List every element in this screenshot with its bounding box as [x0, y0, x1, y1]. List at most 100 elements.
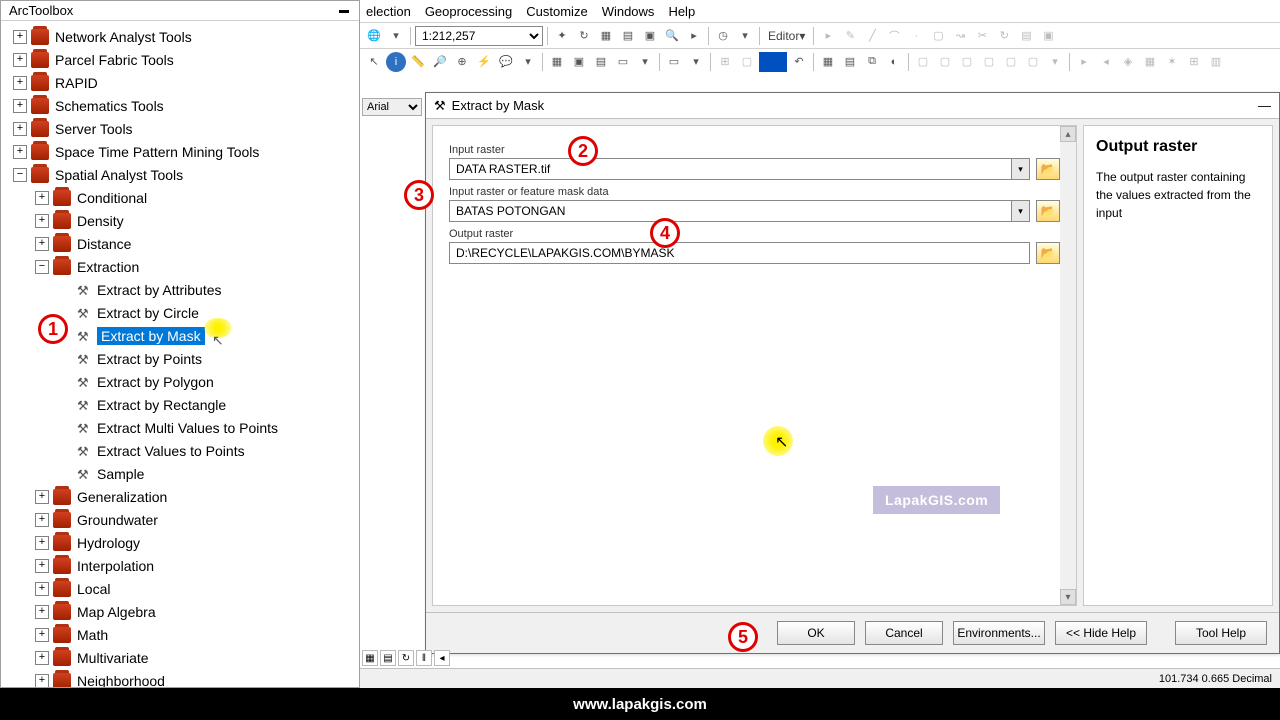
toolset-item[interactable]: +Multivariate	[35, 646, 357, 669]
swipe-icon[interactable]: ▤	[840, 52, 860, 72]
tool-item[interactable]: Sample	[59, 462, 357, 485]
tool-item[interactable]: Extract by Mask	[59, 324, 357, 347]
search-icon[interactable]: 🔍	[662, 26, 682, 46]
time-icon[interactable]: ◷	[713, 26, 733, 46]
draw-rect-icon[interactable]: ▭	[664, 52, 684, 72]
toolset-item[interactable]: +Neighborhood	[35, 669, 357, 687]
dropdown-icon[interactable]: ▾	[386, 26, 406, 46]
tool-item[interactable]: Extract by Points	[59, 347, 357, 370]
tool-item[interactable]: Extract by Polygon	[59, 370, 357, 393]
toolset-item[interactable]: +Network Analyst Tools	[13, 25, 357, 48]
expand-icon[interactable]: +	[13, 76, 27, 90]
expand-icon[interactable]: +	[35, 559, 49, 573]
expand-icon[interactable]: +	[35, 674, 49, 688]
collapse-icon[interactable]: −	[35, 260, 49, 274]
toolset-item[interactable]: +Generalization	[35, 485, 357, 508]
output-input[interactable]	[449, 242, 1030, 264]
expand-icon[interactable]: +	[13, 30, 27, 44]
expand-icon[interactable]: +	[35, 605, 49, 619]
expand-icon[interactable]: +	[35, 628, 49, 642]
tool-help-button[interactable]: Tool Help	[1175, 621, 1267, 645]
toolset-item[interactable]: +Math	[35, 623, 357, 646]
expand-icon[interactable]: +	[13, 99, 27, 113]
collapse-icon[interactable]: −	[13, 168, 27, 182]
toolset-item[interactable]: +Parcel Fabric Tools	[13, 48, 357, 71]
expand-icon[interactable]: +	[13, 122, 27, 136]
georef-add-icon[interactable]: ▣	[569, 52, 589, 72]
toolset-item[interactable]: +Conditional	[35, 186, 357, 209]
cancel-button[interactable]: Cancel	[865, 621, 943, 645]
table-icon[interactable]: ▤	[618, 26, 638, 46]
expand-icon[interactable]: +	[13, 145, 27, 159]
pause-drawing-icon[interactable]: ‖	[416, 650, 432, 666]
select-arrow-icon[interactable]: ↖	[364, 52, 384, 72]
effects-icon[interactable]: ▦	[818, 52, 838, 72]
refresh-view-icon[interactable]: ↻	[398, 650, 414, 666]
menu-item-geoprocessing[interactable]: Geoprocessing	[425, 4, 512, 19]
ok-button[interactable]: OK	[777, 621, 855, 645]
tool-item[interactable]: Extract by Circle	[59, 301, 357, 324]
expand-icon[interactable]: +	[35, 237, 49, 251]
more-icon[interactable]: ▾	[518, 52, 538, 72]
browse-button[interactable]: 📂	[1036, 158, 1060, 180]
menu-item-election[interactable]: election	[366, 4, 411, 19]
editor-label[interactable]: Editor▾	[764, 29, 809, 43]
georef-adj-icon[interactable]: ▾	[635, 52, 655, 72]
expand-icon[interactable]: +	[35, 536, 49, 550]
scrollbar-vertical[interactable]: ▴ ▾	[1060, 126, 1076, 605]
scroll-left-icon[interactable]: ◂	[434, 650, 450, 666]
tool-item[interactable]: Extract Multi Values to Points	[59, 416, 357, 439]
toolset-item[interactable]: +Schematics Tools	[13, 94, 357, 117]
toolset-item[interactable]: +Density	[35, 209, 357, 232]
undo-icon[interactable]: ↶	[789, 52, 809, 72]
dropdown-icon[interactable]: ▾	[1011, 159, 1029, 179]
font-select[interactable]: Arial	[362, 98, 422, 116]
browse-button[interactable]: 📂	[1036, 200, 1060, 222]
layout-view-tab[interactable]: ▤	[380, 650, 396, 666]
toolset-item[interactable]: +Space Time Pattern Mining Tools	[13, 140, 357, 163]
minimize-icon[interactable]: —	[1258, 98, 1271, 113]
environments-button[interactable]: Environments...	[953, 621, 1045, 645]
toolset-item[interactable]: +Groundwater	[35, 508, 357, 531]
menu-item-customize[interactable]: Customize	[526, 4, 587, 19]
browse-button[interactable]: 📂	[1036, 242, 1060, 264]
toolset-item[interactable]: +Map Algebra	[35, 600, 357, 623]
toolset-item[interactable]: +Server Tools	[13, 117, 357, 140]
input-raster-input[interactable]	[450, 159, 1011, 179]
globe-icon[interactable]: 🌐	[364, 26, 384, 46]
tool-item[interactable]: Extract by Rectangle	[59, 393, 357, 416]
georef-icon[interactable]: ▦	[547, 52, 567, 72]
layer-icon[interactable]: ▦	[596, 26, 616, 46]
mask-combo[interactable]: ▾	[449, 200, 1030, 222]
expand-icon[interactable]: +	[35, 513, 49, 527]
flicker-icon[interactable]: ⧉	[862, 52, 882, 72]
model-icon[interactable]: ▾	[735, 26, 755, 46]
color-swatch[interactable]	[759, 52, 787, 72]
data-view-tab[interactable]: ▦	[362, 650, 378, 666]
expand-icon[interactable]: +	[13, 53, 27, 67]
hide-help-button[interactable]: << Hide Help	[1055, 621, 1147, 645]
expand-icon[interactable]: +	[35, 490, 49, 504]
measure-icon[interactable]: 📏	[408, 52, 428, 72]
arctoolbox-tree[interactable]: +Network Analyst Tools+Parcel Fabric Too…	[1, 21, 359, 687]
toolset-item[interactable]: +Interpolation	[35, 554, 357, 577]
input-raster-combo[interactable]: ▾	[449, 158, 1030, 180]
expand-icon[interactable]: +	[35, 582, 49, 596]
expand-icon[interactable]: +	[35, 214, 49, 228]
python-icon[interactable]: ▸	[684, 26, 704, 46]
xy-icon[interactable]: ⊕	[452, 52, 472, 72]
scroll-up-icon[interactable]: ▴	[1060, 126, 1076, 142]
toolset-item[interactable]: +Local	[35, 577, 357, 600]
mask-input[interactable]	[450, 201, 1011, 221]
toolset-item[interactable]: +RAPID	[13, 71, 357, 94]
adjust-icon[interactable]: ◐	[884, 52, 904, 72]
toolset-item[interactable]: −Spatial Analyst Tools	[13, 163, 357, 186]
view-tabs[interactable]: ▦ ▤ ↻ ‖ ◂	[362, 650, 450, 668]
expand-icon[interactable]: +	[35, 651, 49, 665]
hyperlink-icon[interactable]: ⚡	[474, 52, 494, 72]
edit-tools-icon[interactable]: ✦	[552, 26, 572, 46]
expand-icon[interactable]: +	[35, 191, 49, 205]
catalog-icon[interactable]: ▣	[640, 26, 660, 46]
dock-pin-icon[interactable]: ▬	[337, 4, 351, 18]
toolset-item[interactable]: +Distance	[35, 232, 357, 255]
